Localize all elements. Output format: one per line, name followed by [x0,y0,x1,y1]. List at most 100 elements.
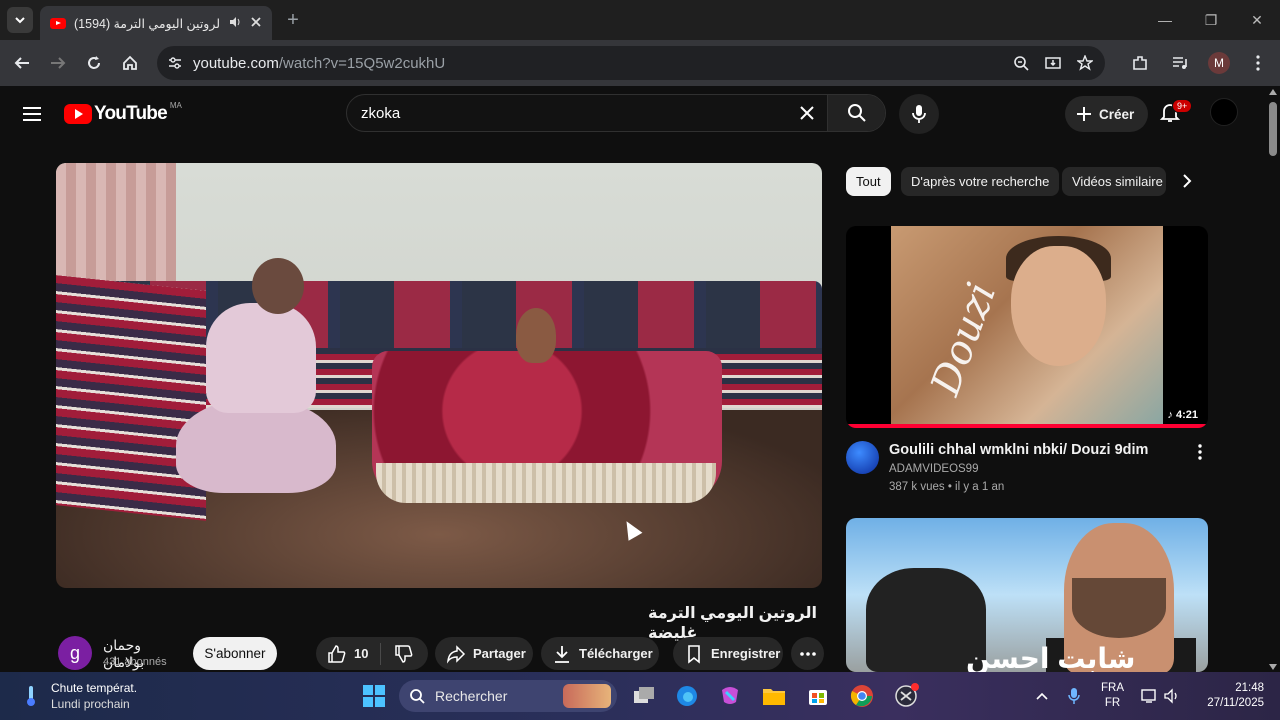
download-label: Télécharger [579,646,653,661]
dislike-button[interactable] [381,643,427,665]
chip-similar-videos[interactable]: Vidéos similaire [1062,167,1166,196]
close-tab-icon[interactable] [250,16,262,31]
save-button[interactable]: Enregistrer [673,637,783,670]
chevron-up-icon[interactable] [1026,680,1058,712]
tab-title: (1594) الروتين اليومي الترمة ... [74,16,220,31]
file-explorer-icon[interactable] [758,680,790,712]
system-clock[interactable]: 21:48 27/11/2025 [1200,681,1264,711]
create-label: Créer [1099,106,1135,122]
weather-main[interactable]: Chute températ. [51,681,137,695]
recommendation-meta: 387 k vues • il y a 1 an [889,481,1005,493]
reload-icon[interactable] [82,51,106,75]
account-avatar[interactable] [1210,98,1238,126]
scroll-up-icon[interactable] [1269,89,1277,95]
thermometer-icon[interactable] [22,684,40,708]
close-window-icon[interactable]: ✕ [1234,0,1280,40]
search-input[interactable]: zkoka [347,95,787,131]
chrome-icon[interactable] [846,680,878,712]
taskbar-search[interactable]: Rechercher [399,680,617,712]
subscriber-count: 431 abonnés [103,656,167,668]
youtube-header: YouTube MA zkoka Créer [0,86,1266,142]
bookmark-icon [683,643,705,665]
snipping-tool-icon[interactable] [890,680,922,712]
windows-taskbar: Chute températ. Lundi prochain Recherche… [0,672,1280,720]
forward-icon[interactable] [46,51,70,75]
keyboard-language[interactable]: FRA FR [1101,681,1124,711]
youtube-logo[interactable]: YouTube MA [64,100,182,125]
windows-start-icon[interactable] [358,680,390,712]
video-frame [56,163,822,588]
chevron-down-icon [15,17,25,24]
like-button[interactable]: 10 [316,642,382,665]
create-button[interactable]: Créer [1065,96,1149,132]
volume-icon[interactable] [1156,680,1188,712]
extensions-icon[interactable] [1128,51,1152,75]
browser-menu-icon[interactable] [1246,51,1270,75]
recommendation-channel[interactable]: ADAMVIDEOS99 [889,463,978,475]
search-icon [847,104,866,122]
more-actions-button[interactable] [791,637,824,670]
download-button[interactable]: Télécharger [541,637,659,670]
youtube-favicon-icon [50,17,66,29]
minimize-icon[interactable]: — [1142,0,1188,40]
bookmark-star-icon[interactable] [1075,53,1095,73]
share-label: Partager [473,646,526,661]
share-button[interactable]: Partager [435,637,533,670]
notification-badge: 9+ [1172,99,1193,113]
subscribe-button[interactable]: S'abonner [193,637,277,670]
search-bar: zkoka [346,94,886,132]
voice-search-button[interactable] [899,94,939,134]
install-app-icon[interactable] [1043,53,1063,73]
channel-avatar[interactable]: g [58,636,92,670]
hamburger-menu-icon[interactable] [20,102,44,126]
speaker-icon[interactable] [228,15,242,32]
zoom-icon[interactable] [1011,53,1031,73]
window-controls: — ❐ ✕ [1142,0,1280,40]
url-path: /watch?v=15Q5w2cukhU [278,54,446,72]
browser-toolbar: youtube.com/watch?v=15Q5w2cukhU M [0,40,1280,86]
search-button[interactable] [827,95,885,131]
recommendation-thumbnail[interactable]: شابت احسن [846,518,1208,672]
m365-copilot-icon[interactable] [714,680,746,712]
video-player[interactable] [56,163,822,588]
media-control-icon[interactable] [1168,51,1192,75]
address-bar[interactable]: youtube.com/watch?v=15Q5w2cukhU [157,46,1105,80]
new-tab-button[interactable]: + [282,9,304,31]
profile-avatar[interactable]: M [1208,52,1230,74]
clear-search-icon[interactable] [787,95,827,131]
restore-icon[interactable]: ❐ [1188,0,1234,40]
plus-icon [1077,107,1091,121]
chevron-right-icon[interactable] [1176,170,1198,192]
url-domain: youtube.com [193,54,279,72]
microphone-icon [912,105,926,123]
microsoft-store-icon[interactable] [802,680,834,712]
home-icon[interactable] [118,51,142,75]
scroll-down-icon[interactable] [1269,664,1277,670]
country-code: MA [169,100,182,110]
watch-progress-bar [846,424,1208,428]
chip-all[interactable]: Tout [846,167,891,196]
site-info-icon[interactable] [165,53,185,73]
weather-sub: Lundi prochain [51,697,130,711]
thumbs-down-icon [393,643,415,665]
scroll-thumb[interactable] [1269,102,1277,156]
more-vertical-icon[interactable] [1190,441,1210,463]
search-icon [410,689,425,704]
task-view-icon[interactable] [628,680,660,712]
taskbar-search-label: Rechercher [435,688,508,704]
active-tab[interactable]: (1594) الروتين اليومي الترمة ... [40,6,272,40]
back-icon[interactable] [10,51,34,75]
video-duration: ♪ 4:21 [1163,408,1202,422]
recommendation-thumbnail[interactable]: Douzi ♪ 4:21 [846,226,1208,428]
recommendation-channel-avatar[interactable] [846,441,879,474]
logo-text: YouTube [94,103,168,124]
tab-search-button[interactable] [7,7,33,33]
edge-browser-icon[interactable] [671,680,703,712]
share-icon [445,643,467,665]
chip-from-search[interactable]: D'après votre recherche [901,167,1060,196]
recommendation-title[interactable]: Goulili chhal wmklni nbki/ Douzi 9dim [889,442,1148,458]
more-horizontal-icon [799,651,816,656]
microphone-icon[interactable] [1058,680,1090,712]
page-scrollbar[interactable] [1266,86,1280,674]
save-label: Enregistrer [711,646,781,661]
